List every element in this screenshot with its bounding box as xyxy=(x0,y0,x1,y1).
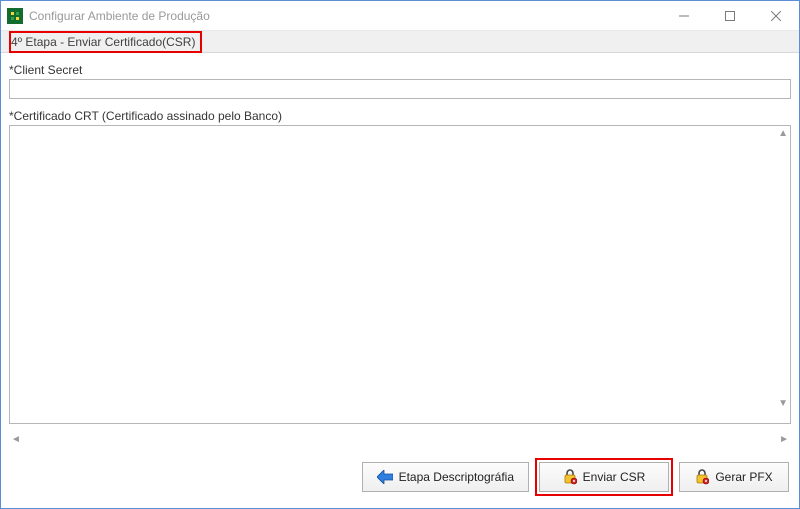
window-frame: Configurar Ambiente de Produção 4º Etapa… xyxy=(0,0,800,509)
crt-label: *Certificado CRT (Certificado assinado p… xyxy=(9,109,791,123)
scrollbar-left-icon: ◄ xyxy=(11,434,21,445)
close-icon xyxy=(771,11,781,21)
window-controls xyxy=(661,1,799,30)
generate-pfx-label: Gerar PFX xyxy=(715,470,772,484)
title-bar: Configurar Ambiente de Produção xyxy=(1,1,799,31)
app-icon xyxy=(7,8,23,24)
client-secret-input[interactable] xyxy=(9,79,791,99)
content-area: *Client Secret *Certificado CRT (Certifi… xyxy=(1,53,799,448)
minimize-icon xyxy=(679,11,689,21)
minimize-button[interactable] xyxy=(661,1,707,31)
close-button[interactable] xyxy=(753,1,799,31)
maximize-icon xyxy=(725,11,735,21)
crt-textarea-wrap: ▲ ▼ xyxy=(9,125,791,424)
lock-icon xyxy=(695,469,709,485)
generate-pfx-button[interactable]: Gerar PFX xyxy=(679,462,789,492)
button-row: Etapa Descriptográfia Enviar CSR xyxy=(1,448,799,508)
scrollbar-right-icon: ► xyxy=(779,434,789,445)
step-header: 4º Etapa - Enviar Certificado(CSR) xyxy=(1,31,799,53)
horizontal-scrollbar: ◄ ► xyxy=(9,430,791,448)
send-csr-label: Enviar CSR xyxy=(583,470,646,484)
prev-step-label: Etapa Descriptográfia xyxy=(399,470,514,484)
send-csr-button[interactable]: Enviar CSR xyxy=(539,462,669,492)
prev-step-button[interactable]: Etapa Descriptográfia xyxy=(362,462,529,492)
crt-textarea[interactable] xyxy=(10,126,790,423)
maximize-button[interactable] xyxy=(707,1,753,31)
lock-icon xyxy=(563,469,577,485)
window-title: Configurar Ambiente de Produção xyxy=(29,9,661,23)
arrow-left-icon xyxy=(377,470,393,484)
step-label: 4º Etapa - Enviar Certificado(CSR) xyxy=(9,31,202,53)
client-secret-label: *Client Secret xyxy=(9,63,791,77)
